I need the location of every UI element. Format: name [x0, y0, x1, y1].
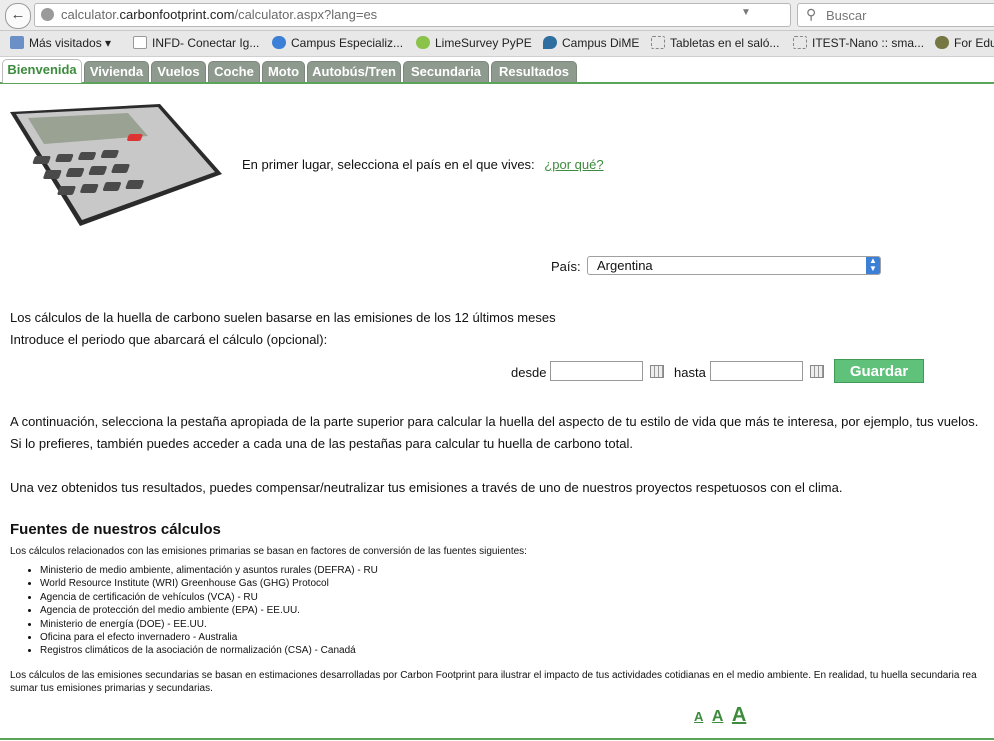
bookmark-tabletas[interactable]: Tabletas en el saló... [651, 36, 779, 50]
country-select[interactable]: Argentina ▲ ▼ [587, 256, 881, 275]
page-icon [133, 36, 147, 49]
search-input[interactable]: ⚲ Buscar [797, 3, 994, 27]
url-field[interactable]: calculator.carbonfootprint.com/calculato… [34, 3, 812, 27]
list-item: Oficina para el efecto invernadero - Aus… [40, 631, 378, 644]
secondary-note: Los cálculos de las emisiones secundaria… [10, 670, 977, 681]
bookmark-infd[interactable]: INFD- Conectar Ig... [133, 36, 259, 50]
list-item: Registros climáticos de la asociación de… [40, 644, 378, 657]
intro-text: En primer lugar, selecciona el país en e… [242, 157, 535, 172]
bookmark-limesurvey[interactable]: LimeSurvey PyPE [416, 36, 532, 50]
instructions-total: Si lo prefieres, también puedes acceder … [10, 436, 633, 451]
calendar-icon[interactable] [810, 365, 824, 378]
period-prompt: Introduce el periodo que abarcará el cál… [10, 332, 328, 347]
bookmarks-bar: Más visitados ▾ INFD- Conectar Ig... Cam… [0, 31, 994, 57]
secondary-note-cont: sumar tus emisiones primarias y secundar… [10, 683, 213, 694]
tab-bienvenida[interactable]: Bienvenida [2, 59, 82, 83]
bookmark-for-edu[interactable]: For Edu [935, 36, 994, 50]
sources-intro: Los cálculos relacionados con las emisio… [10, 546, 527, 557]
why-link[interactable]: ¿por qué? [544, 157, 603, 172]
lime-icon [416, 36, 430, 49]
tab-resultados[interactable]: Resultados [491, 61, 577, 82]
instructions-offset: Una vez obtenidos tus resultados, puedes… [10, 480, 843, 495]
list-item: Ministerio de energía (DOE) - EE.UU. [40, 618, 378, 631]
from-label: desde [511, 365, 547, 380]
period-info: Los cálculos de la huella de carbono sue… [10, 310, 556, 325]
tab-vivienda[interactable]: Vivienda [84, 61, 149, 82]
to-label: hasta [674, 365, 706, 380]
bookmark-campus-especializ[interactable]: Campus Especializ... [272, 36, 403, 50]
browser-toolbar: ← calculator.carbonfootprint.com/calcula… [0, 0, 994, 31]
search-icon: ⚲ [806, 6, 817, 22]
dotted-page-icon [651, 36, 665, 49]
list-item: Ministerio de medio ambiente, alimentaci… [40, 564, 378, 577]
font-small-button[interactable]: A [694, 709, 703, 724]
url-dropdown-icon[interactable]: ▼ [741, 7, 751, 18]
country-value: Argentina [597, 258, 653, 273]
bookmark-itest-nano[interactable]: ITEST-Nano :: sma... [793, 36, 924, 50]
sources-list: Ministerio de medio ambiente, alimentaci… [23, 564, 378, 658]
bookmark-campus-dime[interactable]: Campus DiME [543, 36, 639, 50]
tab-moto[interactable]: Moto [262, 61, 305, 82]
url-text: calculator.carbonfootprint.com/calculato… [61, 7, 378, 22]
calendar-icon[interactable] [650, 365, 664, 378]
calculator-image [10, 104, 222, 226]
list-item: Agencia de certificación de vehículos (V… [40, 591, 378, 604]
tab-coche[interactable]: Coche [208, 61, 260, 82]
gear-icon [935, 36, 949, 49]
dotted-page-icon [793, 36, 807, 49]
tab-vuelos[interactable]: Vuelos [151, 61, 206, 82]
calculator-tabs: Bienvenida Vivienda Vuelos Coche Moto Au… [0, 57, 994, 84]
drop-icon [543, 36, 557, 49]
bottom-divider [0, 738, 994, 740]
select-arrows-icon: ▲ ▼ [866, 257, 880, 274]
sources-title: Fuentes de nuestros cálculos [10, 521, 221, 538]
back-button[interactable]: ← [5, 3, 31, 29]
bookmark-most-visited[interactable]: Más visitados ▾ [10, 36, 111, 50]
search-placeholder: Buscar [826, 8, 867, 23]
from-date-input[interactable] [550, 361, 643, 381]
save-button[interactable]: Guardar [834, 359, 924, 383]
to-date-input[interactable] [710, 361, 803, 381]
font-large-button[interactable]: A [732, 704, 746, 726]
font-size-controls: A A A [694, 704, 750, 727]
font-medium-button[interactable]: A [712, 708, 724, 725]
country-intro: En primer lugar, selecciona el país en e… [242, 157, 604, 172]
globe-icon [41, 8, 54, 21]
list-item: World Resource Institute (WRI) Greenhous… [40, 577, 378, 590]
campus-icon [272, 36, 286, 49]
tab-autobus-tren[interactable]: Autobús/Tren [307, 61, 401, 82]
folder-icon [10, 36, 24, 49]
country-label: País: [551, 259, 581, 274]
instructions-tabs: A continuación, selecciona la pestaña ap… [10, 414, 979, 429]
tab-secundaria[interactable]: Secundaria [403, 61, 489, 82]
list-item: Agencia de protección del medio ambiente… [40, 604, 378, 617]
